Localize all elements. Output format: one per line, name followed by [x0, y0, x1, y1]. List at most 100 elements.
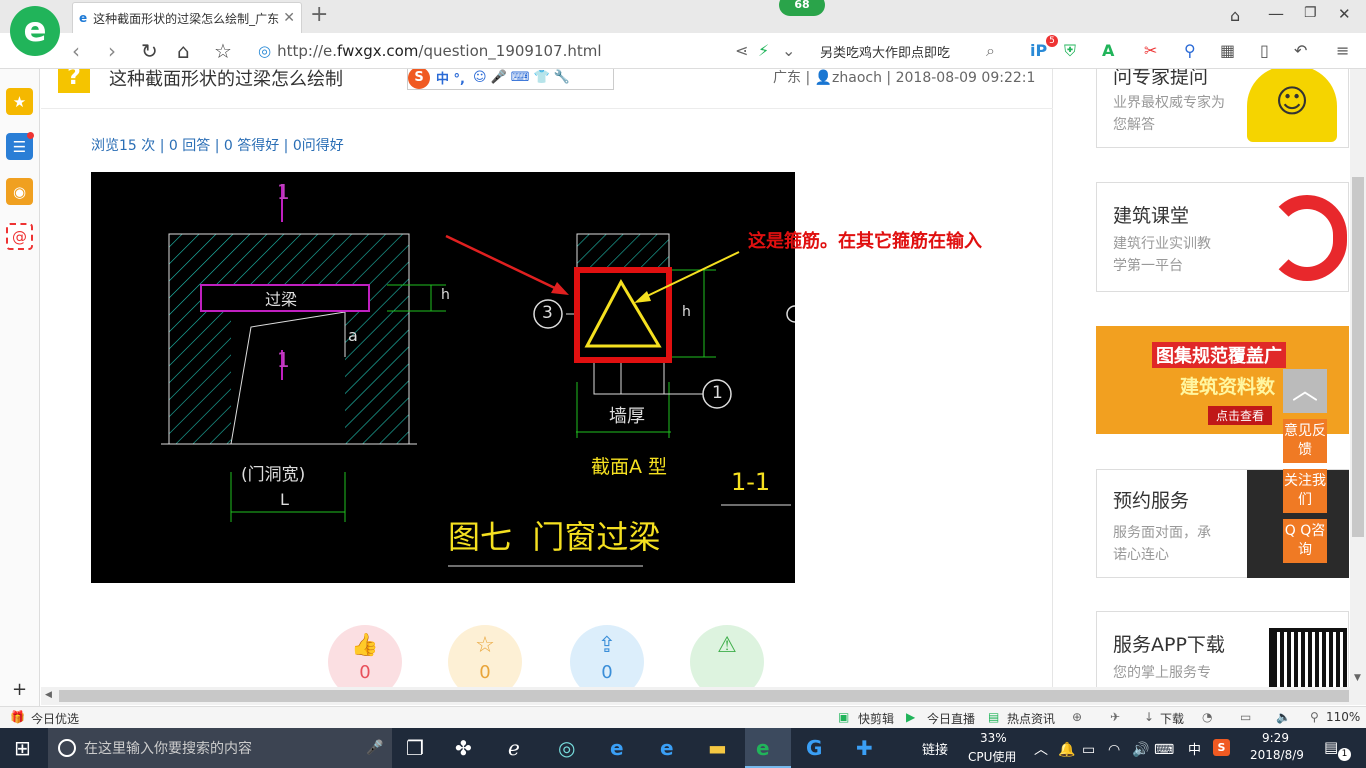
notification-badge[interactable]: 68: [779, 0, 825, 16]
vertical-scrollbar[interactable]: ▼: [1350, 69, 1366, 687]
ie-blue-icon[interactable]: e: [660, 736, 674, 760]
label-h2: h: [682, 304, 691, 320]
navigation-bar: ‹ › ↻ ⌂ ☆ ◎ http://e. fwxgx.com/question_…: [0, 33, 1366, 69]
clock-date[interactable]: 2018/8/9: [1250, 748, 1304, 762]
add-sidebar-icon[interactable]: +: [12, 679, 27, 700]
folder-icon[interactable]: ▬: [708, 736, 727, 760]
sogou-tray-icon[interactable]: S: [1213, 739, 1230, 756]
qq-button[interactable]: Q Q咨询: [1283, 519, 1327, 563]
clock-time[interactable]: 9:29: [1262, 731, 1289, 745]
scroll-down-icon[interactable]: ▼: [1354, 673, 1361, 683]
label-circle-1: 1: [712, 383, 723, 403]
undo-icon[interactable]: ↶: [1294, 41, 1307, 61]
download-label[interactable]: 下载: [1160, 710, 1184, 727]
pin-icon[interactable]: ✈: [1110, 710, 1120, 724]
quick-cut[interactable]: 快剪辑: [858, 710, 894, 727]
forward-icon[interactable]: ›: [108, 39, 116, 63]
favorites-icon[interactable]: ★: [6, 88, 33, 115]
speaker-icon[interactable]: 🔊: [1132, 738, 1149, 762]
magnifier-icon[interactable]: ⚲: [1184, 41, 1196, 61]
horizontal-scrollbar[interactable]: ◀: [41, 687, 1366, 705]
speed-icon[interactable]: ◔: [1202, 710, 1212, 724]
zoom-icon[interactable]: ⚲: [1310, 710, 1319, 724]
input-language[interactable]: 中: [1188, 739, 1201, 758]
share-vote-button[interactable]: ⇪ 0: [570, 625, 644, 687]
keyboard-icon[interactable]: ⌨: [1154, 738, 1174, 762]
address-bar[interactable]: ◎ http://e. fwxgx.com/question_1909107.ht…: [258, 39, 728, 63]
reload-icon[interactable]: ↻: [141, 39, 158, 63]
link-label[interactable]: 链接: [922, 739, 948, 758]
address-domain: fwxgx.com: [337, 42, 419, 60]
search-icon[interactable]: ⌕: [986, 41, 995, 61]
tab-active[interactable]: e 这种截面形状的过梁怎么绘制_广东 ✕: [72, 2, 302, 33]
label-type: 截面A 型: [591, 456, 668, 478]
globe-icon[interactable]: ⊕: [1072, 710, 1082, 724]
new-tab-button[interactable]: +: [310, 2, 328, 27]
translate-icon[interactable]: A: [1102, 41, 1114, 61]
volume-icon[interactable]: 🔈: [1276, 710, 1291, 724]
favorite-star-icon[interactable]: ☆: [214, 39, 232, 63]
zoom-level[interactable]: 110%: [1326, 710, 1360, 724]
mail-icon[interactable]: @: [6, 223, 33, 250]
hot-news[interactable]: 热点资讯: [1007, 710, 1055, 727]
window-close-icon[interactable]: ✕: [1338, 5, 1351, 23]
action-center-icon[interactable]: ▤: [1324, 738, 1338, 756]
today-live[interactable]: 今日直播: [927, 710, 975, 727]
plus-app-icon[interactable]: ✚: [856, 736, 873, 760]
gift-icon: 🎁: [10, 710, 25, 724]
star-vote-button[interactable]: ☆ 0: [448, 625, 522, 687]
scroll-thumb[interactable]: [1352, 177, 1364, 537]
weibo-icon[interactable]: ◉: [6, 178, 33, 205]
browser-logo[interactable]: e: [10, 6, 60, 56]
follow-button[interactable]: 关注我们: [1283, 469, 1327, 513]
lightning-icon[interactable]: ⚡: [758, 41, 769, 61]
fan-app-icon[interactable]: ✤: [455, 736, 472, 760]
shield-icon[interactable]: ⛨: [1064, 41, 1076, 61]
iqiyi-icon[interactable]: iP: [1030, 41, 1047, 61]
phone-icon[interactable]: ▯: [1260, 41, 1269, 61]
cpu-label: CPU使用: [968, 750, 1017, 764]
h-scroll-thumb[interactable]: [59, 690, 1349, 702]
taskbar-search[interactable]: 在这里输入你要搜索的内容 🎤: [48, 728, 392, 768]
vote-count: 0: [601, 662, 613, 683]
chevron-up-icon[interactable]: ︿: [1034, 738, 1048, 762]
back-icon[interactable]: ‹: [72, 39, 80, 63]
restore-icon[interactable]: ❐: [1304, 5, 1317, 21]
apps-icon[interactable]: ▦: [1220, 41, 1235, 61]
minimize-icon[interactable]: —: [1268, 4, 1284, 23]
feedback-button[interactable]: 意见反馈: [1283, 419, 1327, 463]
close-icon[interactable]: ✕: [283, 10, 295, 26]
menu-icon[interactable]: ≡: [1336, 41, 1349, 61]
share-icon[interactable]: ⋖: [735, 41, 748, 61]
question-stats[interactable]: 浏览15 次 | 0 回答 | 0 答得好 | 0问得好: [91, 135, 344, 155]
left-sidebar: ★ ☰ ◉ @ +: [0, 69, 40, 706]
green-browser-icon[interactable]: e: [756, 736, 770, 760]
home-icon[interactable]: ⌂: [177, 39, 190, 63]
back-to-top-button[interactable]: ︿: [1283, 369, 1327, 413]
app-card[interactable]: 服务APP下载 您的掌上服务专: [1096, 611, 1349, 687]
windows-start-icon[interactable]: ⊞: [14, 736, 31, 760]
warning-vote-button[interactable]: ⚠: [690, 625, 764, 687]
edge-icon[interactable]: e: [610, 736, 624, 760]
bell-icon[interactable]: 🔔: [1058, 738, 1075, 762]
banner-button[interactable]: 点击查看: [1208, 406, 1273, 425]
share-icon: ⇪: [597, 633, 617, 658]
expert-card[interactable]: 问专家提问 业界最权威专家为您解答 ☺: [1096, 69, 1349, 148]
search-hint[interactable]: 另类吃鸡大作即点即吃: [820, 42, 950, 61]
question-mark-icon: ?: [58, 69, 90, 93]
class-card[interactable]: 建筑课堂 建筑行业实训教 学第一平台: [1096, 182, 1349, 292]
thumbs-up-vote-button[interactable]: 👍 0: [328, 625, 402, 687]
today-picks[interactable]: 今日优选: [31, 710, 79, 727]
wifi-icon[interactable]: ◠: [1108, 738, 1120, 762]
window-icon[interactable]: ▭: [1240, 710, 1251, 724]
battery-icon[interactable]: ▭: [1082, 738, 1095, 762]
ie-taskbar-icon[interactable]: ℯ: [508, 736, 520, 760]
g-app-icon[interactable]: G: [806, 736, 822, 760]
scroll-left-icon[interactable]: ◀: [45, 690, 52, 700]
task-view-icon[interactable]: ❐: [406, 736, 424, 760]
shirt-icon[interactable]: ⌂: [1230, 6, 1240, 25]
ime-toolbar[interactable]: S 中 °, ☺🎤⌨👕🔧: [407, 69, 614, 90]
chrome-like-icon[interactable]: ◎: [558, 736, 575, 760]
chevron-down-icon[interactable]: ⌄: [782, 41, 795, 61]
scissors-icon[interactable]: ✂: [1144, 41, 1157, 61]
